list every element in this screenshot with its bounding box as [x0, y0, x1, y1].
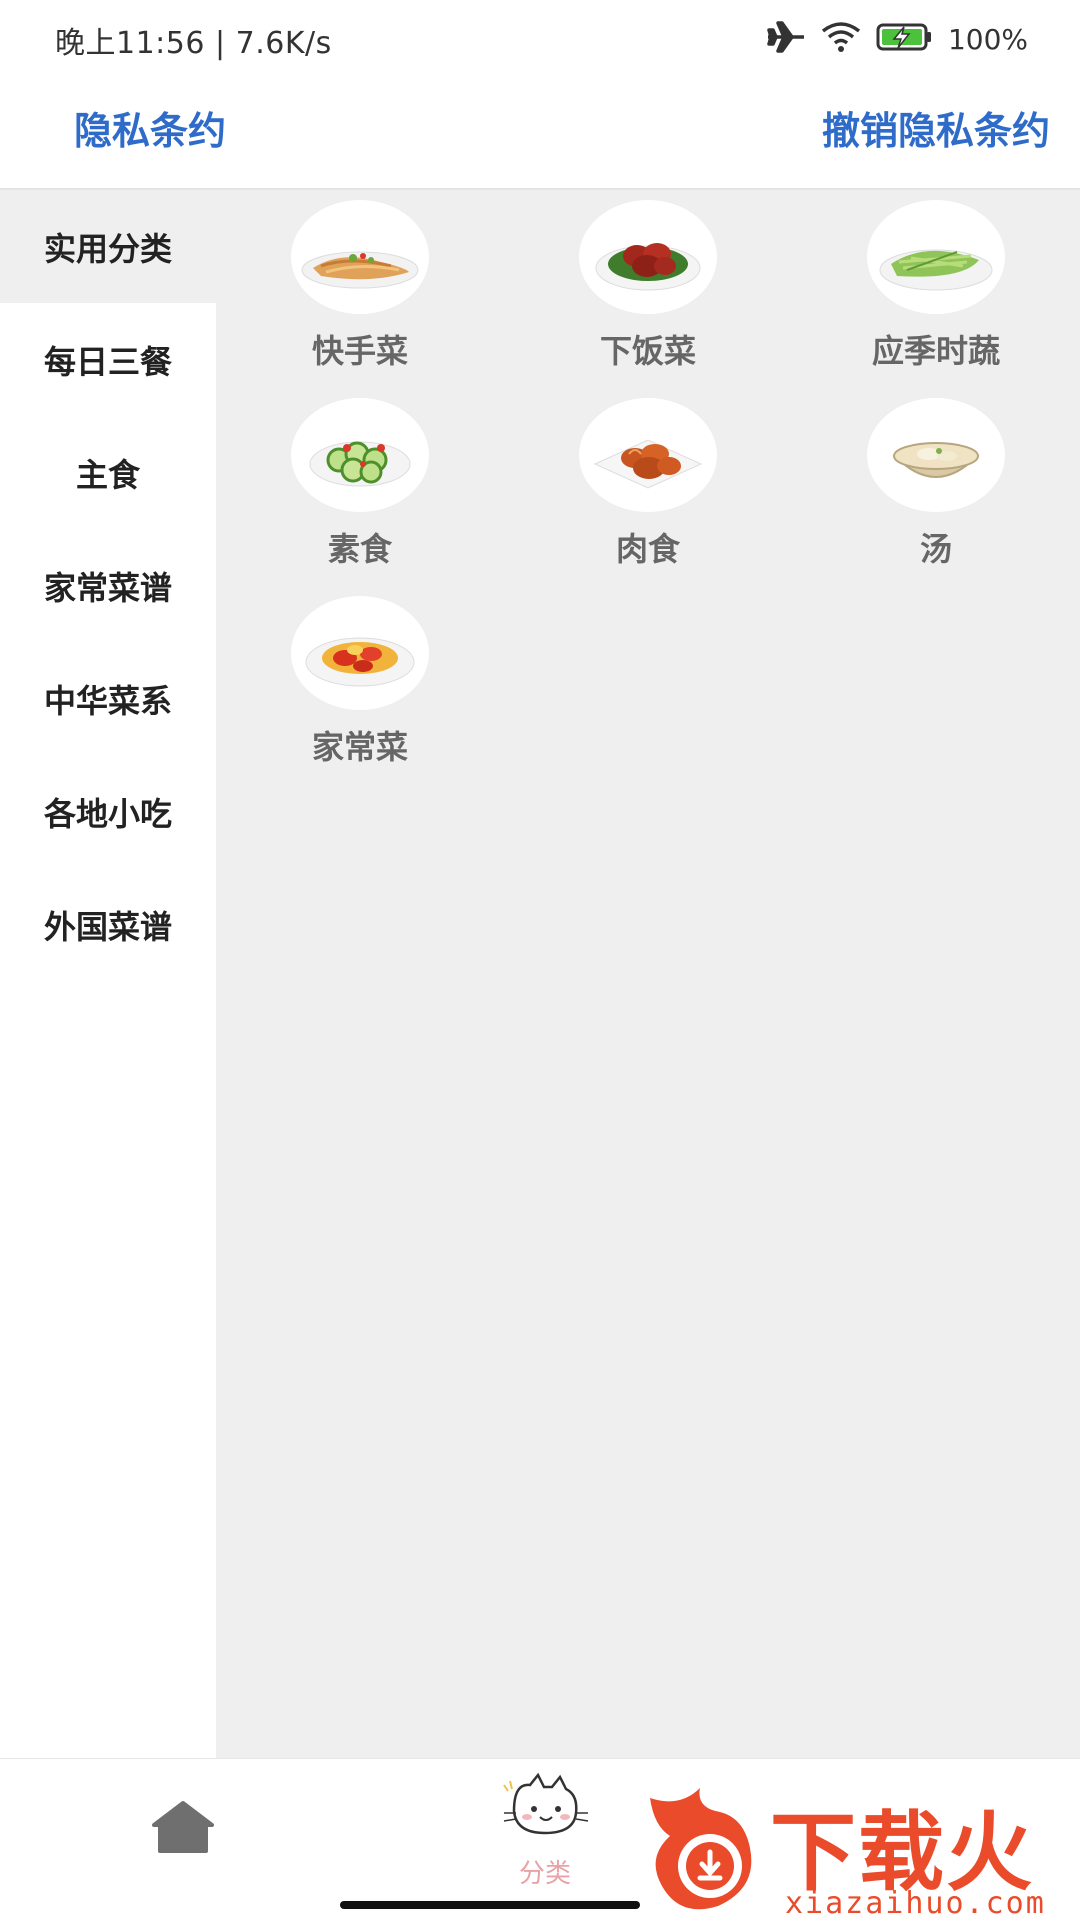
category-label: 家常菜	[311, 728, 408, 766]
category-label: 快手菜	[311, 332, 408, 370]
category-item-soup[interactable]: 汤	[792, 398, 1080, 588]
cat-face-icon	[500, 1772, 590, 1845]
watermark-url: xiazaihuo.com	[785, 1886, 1046, 1921]
top-header: 隐私条约 撤销隐私条约	[0, 78, 1080, 190]
category-item-meat[interactable]: 肉食	[504, 398, 792, 588]
category-content: 快手菜 下饭菜 应季时蔬 素食 肉食 汤 家常菜	[216, 190, 1080, 1758]
category-item-home-style[interactable]: 家常菜	[216, 596, 504, 786]
gesture-handle	[340, 1901, 640, 1909]
nav-home-tab[interactable]	[150, 1799, 216, 1855]
category-item-rice-dish[interactable]: 下饭菜	[504, 200, 792, 390]
home-icon	[150, 1801, 216, 1859]
sidebar-item-practical[interactable]: 实用分类	[0, 190, 216, 303]
sidebar-item-staple-food[interactable]: 主食	[0, 416, 216, 529]
category-label: 素食	[327, 530, 392, 568]
sidebar-item-foreign-recipes[interactable]: 外国菜谱	[0, 868, 216, 981]
privacy-policy-link[interactable]: 隐私条约	[74, 100, 226, 155]
category-item-seasonal-vegetables[interactable]: 应季时蔬	[792, 200, 1080, 390]
sidebar-item-home-recipes[interactable]: 家常菜谱	[0, 529, 216, 642]
cucumber-dish-image	[291, 398, 429, 512]
revoke-privacy-policy-link[interactable]: 撤销隐私条约	[822, 100, 1050, 155]
sidebar-item-daily-meals[interactable]: 每日三餐	[0, 303, 216, 416]
category-label: 肉食	[615, 530, 680, 568]
soup-dish-image	[867, 398, 1005, 512]
nav-category-label: 分类	[518, 1859, 571, 1889]
status-icons: 100%	[766, 14, 1028, 64]
airplane-mode-icon	[766, 20, 806, 58]
wifi-icon	[820, 21, 862, 57]
battery-level: 100%	[947, 22, 1028, 56]
status-time: 晚上11:56 | 7.6K/s	[55, 26, 332, 61]
green-vegetable-dish-image	[867, 200, 1005, 314]
noodle-dish-image	[291, 200, 429, 314]
category-label: 汤	[919, 530, 952, 568]
tomato-egg-dish-image	[291, 596, 429, 710]
category-sidebar: 实用分类 每日三餐 主食 家常菜谱 中华菜系 各地小吃 外国菜谱	[0, 190, 216, 1758]
category-label: 应季时蔬	[871, 332, 1000, 370]
status-bar: 晚上11:56 | 7.6K/s 100%	[0, 0, 1080, 78]
watermark-logo: 下载火 xiazaihuo.com	[640, 1778, 1080, 1921]
sidebar-item-local-snacks[interactable]: 各地小吃	[0, 755, 216, 868]
category-item-quick-dish[interactable]: 快手菜	[216, 200, 504, 390]
braised-meat-dish-image	[579, 200, 717, 314]
shrimp-dish-image	[579, 398, 717, 512]
sidebar-item-chinese-cuisine[interactable]: 中华菜系	[0, 642, 216, 755]
category-label: 下饭菜	[599, 332, 696, 370]
nav-category-tab[interactable]: 分类	[500, 1771, 590, 1889]
battery-charging-icon	[876, 22, 934, 56]
category-item-vegetarian[interactable]: 素食	[216, 398, 504, 588]
